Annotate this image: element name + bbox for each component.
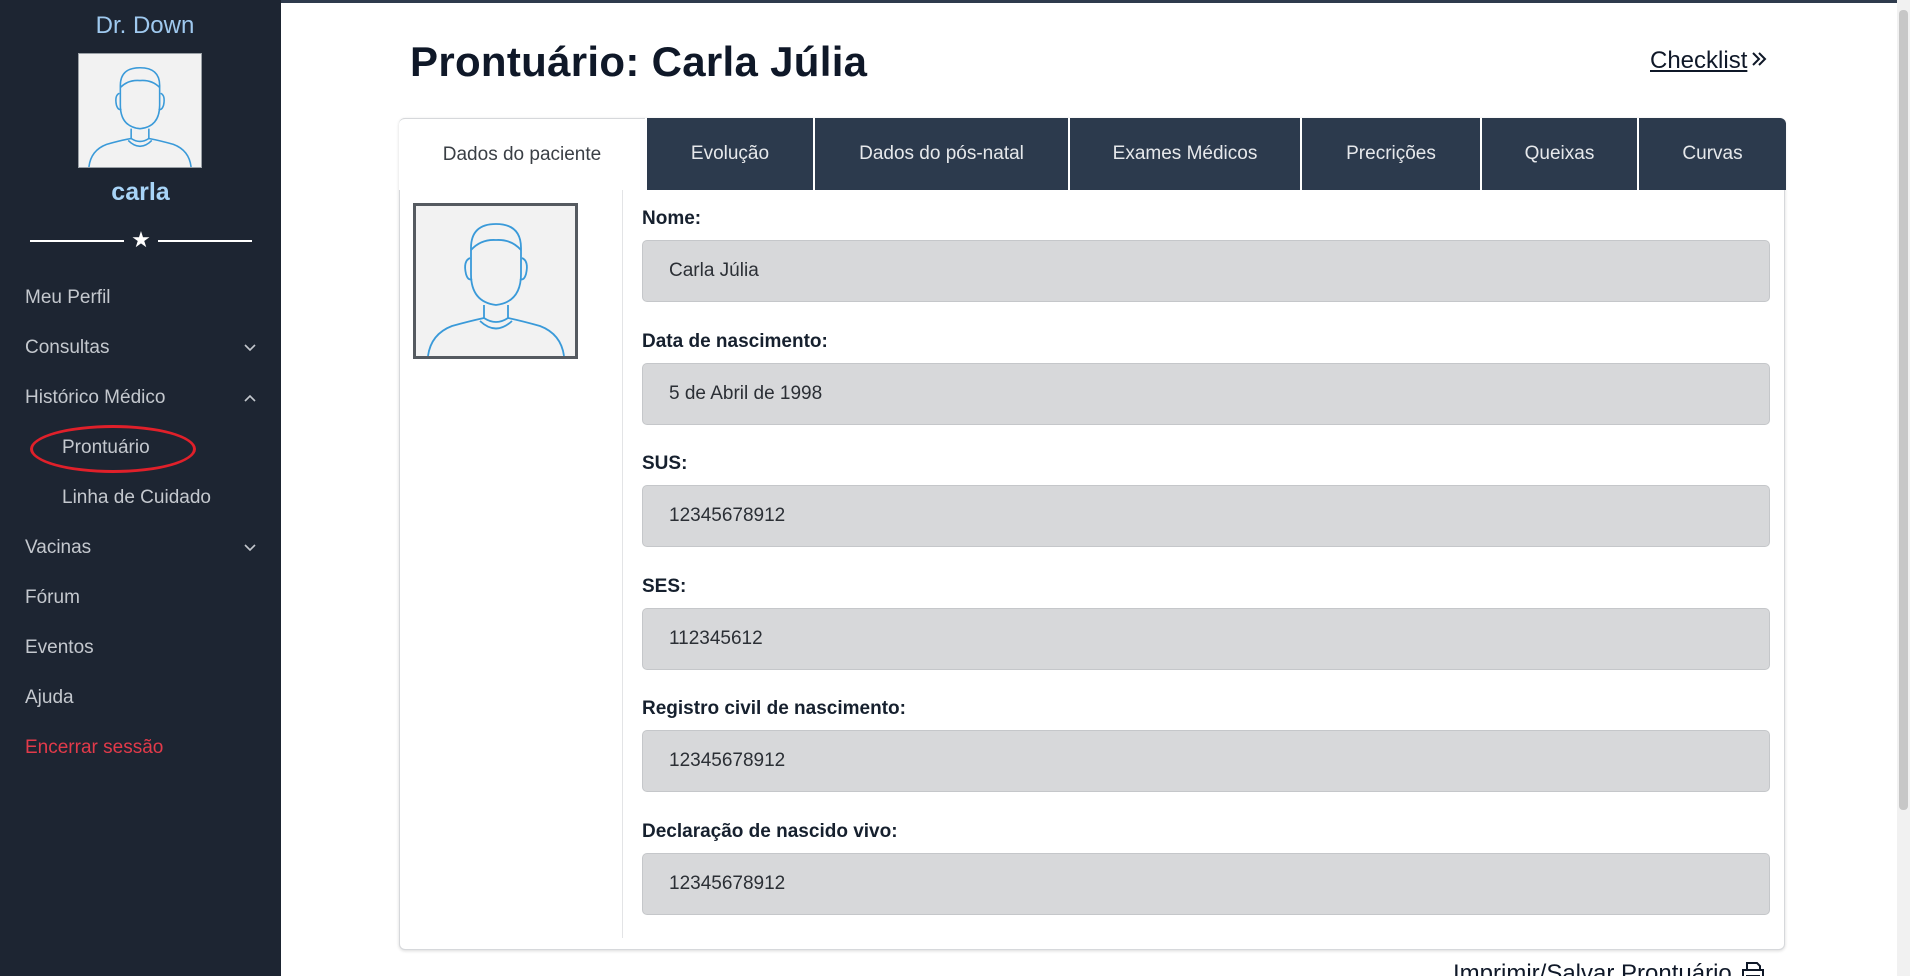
app-root: Dr. Down carla ★ Meu Perfil Consultas Hi… (0, 0, 1910, 976)
tab-precricoes[interactable]: Precrições (1300, 118, 1480, 190)
tab-dados-do-paciente[interactable]: Dados do paciente (399, 118, 645, 190)
star-icon: ★ (131, 227, 151, 252)
tab-queixas[interactable]: Queixas (1480, 118, 1637, 190)
scrollbar-thumb[interactable] (1899, 10, 1908, 810)
printer-icon (1740, 960, 1766, 976)
field-sus: SUS: (642, 449, 1770, 572)
chevron-down-icon (243, 530, 257, 566)
field-label: Data de nascimento: (642, 330, 828, 352)
sidebar: Dr. Down carla ★ Meu Perfil Consultas Hi… (0, 0, 281, 976)
username: carla (111, 178, 170, 206)
print-label: Imprimir/Salvar Prontuário (1453, 960, 1732, 976)
sidebar-item-eventos[interactable]: Eventos (0, 630, 281, 680)
field-registro-civil: Registro civil de nascimento: (642, 694, 1770, 817)
chevron-up-icon (243, 380, 257, 416)
avatar-placeholder-icon (88, 66, 192, 167)
sidebar-item-encerrar-sessao[interactable]: Encerrar sessão (0, 730, 281, 780)
sidebar-item-ajuda[interactable]: Ajuda (0, 680, 281, 730)
field-label: Declaração de nascido vivo: (642, 820, 898, 842)
patient-fields: Nome: Data de nascimento: SUS: SES: Regi… (642, 204, 1770, 939)
print-save-record-link[interactable]: Imprimir/Salvar Prontuário (1453, 960, 1766, 976)
sidebar-divider: ★ (30, 227, 252, 252)
sidebar-item-label: Meu Perfil (25, 287, 111, 308)
double-chevron-right-icon (1750, 44, 1768, 75)
checklist-label: Checklist (1650, 47, 1748, 74)
sidebar-item-label: Linha de Cuidado (62, 487, 211, 508)
checklist-link[interactable]: Checklist (1650, 44, 1768, 75)
chevron-down-icon (243, 330, 257, 366)
sidebar-item-forum[interactable]: Fórum (0, 580, 281, 630)
sidebar-item-label: Consultas (25, 337, 110, 358)
page-title: Prontuário: Carla Júlia (410, 38, 868, 85)
tab-dados-do-pos-natal[interactable]: Dados do pós-natal (813, 118, 1068, 190)
declaracao-nascido-vivo-field[interactable] (642, 852, 1770, 915)
field-declaracao-nascido-vivo: Declaração de nascido vivo: (642, 817, 1770, 940)
sidebar-item-label: Eventos (25, 637, 94, 658)
field-label: Registro civil de nascimento: (642, 698, 906, 719)
divider-line-left (30, 240, 124, 242)
tab-exames-medicos[interactable]: Exames Médicos (1068, 118, 1300, 190)
field-data-de-nascimento: Data de nascimento: (642, 327, 1770, 450)
nome-field[interactable] (642, 240, 1770, 302)
ses-field[interactable] (642, 607, 1770, 670)
tab-curvas[interactable]: Curvas (1637, 118, 1786, 190)
sidebar-item-label: Vacinas (25, 537, 92, 558)
sidebar-item-linha-de-cuidado[interactable]: Linha de Cuidado (0, 480, 281, 530)
sidebar-item-prontuario[interactable]: Prontuário (0, 430, 281, 480)
field-label: SUS: (642, 453, 688, 474)
sidebar-item-label: Encerrar sessão (25, 737, 164, 758)
sidebar-item-vacinas[interactable]: Vacinas (0, 530, 281, 580)
field-nome: Nome: (642, 204, 1770, 327)
sidebar-item-meu-perfil[interactable]: Meu Perfil (0, 280, 281, 330)
sidebar-item-label: Fórum (25, 587, 80, 608)
field-label: Nome: (642, 208, 702, 229)
record-tabs: Dados do paciente Evolução Dados do pós-… (399, 118, 1786, 190)
sidebar-nav: Meu Perfil Consultas Histórico Médico Pr… (0, 280, 281, 780)
field-label: SES: (642, 575, 687, 597)
sidebar-item-consultas[interactable]: Consultas (0, 330, 281, 380)
field-ses: SES: (642, 572, 1770, 695)
brand-name: Dr. Down (95, 12, 195, 39)
registro-civil-field[interactable] (642, 730, 1770, 792)
sus-field[interactable] (642, 485, 1770, 547)
avatar-placeholder-icon (427, 223, 565, 356)
sidebar-item-label: Ajuda (25, 687, 74, 708)
sidebar-item-label: Histórico Médico (25, 387, 166, 408)
sidebar-item-historico-medico[interactable]: Histórico Médico (0, 380, 281, 430)
divider-line-right (158, 240, 252, 242)
data-de-nascimento-field[interactable] (642, 362, 1770, 425)
patient-photo (413, 203, 578, 359)
top-border (281, 0, 1910, 3)
user-avatar (78, 53, 202, 168)
sidebar-item-label: Prontuário (62, 437, 150, 458)
tab-evolucao[interactable]: Evolução (645, 118, 813, 190)
